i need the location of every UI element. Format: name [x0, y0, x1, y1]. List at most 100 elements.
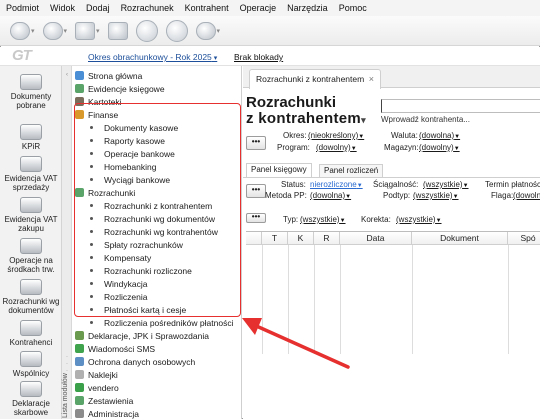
podtyp-dropdown[interactable]: (wszystkie)▼ — [413, 191, 459, 200]
toolbar-new-button[interactable]: ▾ — [10, 21, 35, 41]
menu-dodaj[interactable]: Dodaj — [86, 3, 110, 13]
grid-col-dokument[interactable]: Dokument — [412, 232, 508, 245]
status-dropdown[interactable]: nierozliczone▼ — [310, 180, 363, 189]
nav-vat-sprzedazy[interactable]: Ewidencja VAT sprzedaży — [0, 156, 62, 192]
tab-panel-ksiegowy[interactable]: Panel księgowy — [246, 163, 312, 177]
nav-deklaracje[interactable]: Deklaracje skarbowe — [0, 381, 62, 417]
bullet-icon — [90, 243, 93, 246]
nav-label: Ewidencja VAT zakupu — [4, 215, 58, 233]
tab-rozrachunki-z-kontrahentem[interactable]: Rozrachunki z kontrahentem × — [249, 69, 381, 89]
tree-item-operacje-bankowe[interactable]: Operacje bankowe — [90, 147, 175, 160]
tree-item-strona-główna[interactable]: Strona główna — [75, 69, 142, 82]
tree-item-rozrachunki-z-kontrahentem[interactable]: Rozrachunki z kontrahentem — [90, 199, 212, 212]
tree-item-windykacja[interactable]: Windykacja — [90, 277, 147, 290]
tree-item-płatności-kartą-i-cesje[interactable]: Płatności kartą i cesje — [90, 303, 186, 316]
grid-col-r[interactable]: R — [314, 232, 340, 245]
menu-kontrahent[interactable]: Kontrahent — [185, 3, 229, 13]
menu-pomoc[interactable]: Pomoc — [339, 3, 367, 13]
delete-icon — [107, 21, 128, 40]
korekta-dropdown[interactable]: (wszystkie)▼ — [396, 215, 442, 224]
tree-item-dokumenty-kasowe[interactable]: Dokumenty kasowe — [90, 121, 178, 134]
tree-item-finanse[interactable]: Finanse — [75, 108, 118, 121]
toolbar-delete-button[interactable] — [107, 21, 128, 41]
program-dropdown[interactable]: (dowolny)▼ — [316, 143, 357, 152]
grid-col-spolka[interactable]: Spó — [508, 232, 540, 245]
chevron-down-icon: ▾ — [96, 27, 100, 35]
typ-dropdown[interactable]: (wszystkie)▼ — [300, 215, 346, 224]
panel-filters-more-button[interactable]: ••• — [246, 184, 266, 198]
tree-item-vendero[interactable]: vendero — [75, 381, 119, 394]
tree-item-kompensaty[interactable]: Kompensaty — [90, 251, 151, 264]
toolbar-open-button[interactable]: ▾ — [42, 21, 67, 41]
module-icon — [75, 370, 84, 379]
page-title-contractor[interactable]: z kontrahentem▾ — [246, 110, 366, 127]
grid-col-select[interactable] — [246, 232, 262, 245]
nav-kpir[interactable]: KPiR — [0, 124, 62, 151]
tree-item-rozrachunki-rozliczone[interactable]: Rozrachunki rozliczone — [90, 264, 192, 277]
metoda-label: Metoda PP: — [265, 191, 307, 200]
tree-item-rozliczenia-pośredników-płatności[interactable]: Rozliczenia pośredników płatności — [90, 316, 233, 329]
tree-item-rozrachunki[interactable]: Rozrachunki — [75, 186, 135, 199]
contractor-input[interactable] — [381, 99, 540, 113]
sciagalnosc-dropdown[interactable]: (wszystkie)▼ — [423, 180, 469, 189]
chevron-down-icon: ▼ — [453, 146, 460, 152]
tree-item-ochrona-danych-osobowych[interactable]: Ochrona danych osobowych — [75, 355, 195, 368]
tree-item-raporty-kasowe[interactable]: Raporty kasowe — [90, 134, 165, 147]
tree-item-wyciągi-bankowe[interactable]: Wyciągi bankowe — [90, 173, 170, 186]
menu-widok[interactable]: Widok — [50, 3, 75, 13]
nav-kontrahenci[interactable]: Kontrahenci — [0, 320, 62, 347]
filters-more-button[interactable]: ••• — [246, 136, 266, 150]
flaga-dropdown[interactable]: (dowolna) — [513, 191, 540, 200]
toolbar-edit-button[interactable]: ▾ — [75, 21, 100, 41]
bullet-icon — [90, 204, 93, 207]
nav-srodki-trwale[interactable]: Operacje na środkach trw. — [0, 238, 62, 274]
tree-item-zestawienia[interactable]: Zestawienia — [75, 394, 133, 407]
bullet-icon — [90, 165, 93, 168]
settlements-grid: T K R Data Dokument Spó — [246, 231, 540, 419]
tree-item-rozrachunki-wg-dokumentów[interactable]: Rozrachunki wg dokumentów — [90, 212, 215, 225]
podtyp-value: (wszystkie) — [413, 191, 453, 200]
tree-item-kartoteki[interactable]: Kartoteki — [75, 95, 122, 108]
nav-dokumenty-pobrane[interactable]: Dokumenty pobrane — [0, 74, 62, 110]
nav-rozrachunki[interactable]: Rozrachunki wg dokumentów — [0, 279, 62, 315]
nav-vat-zakupu[interactable]: Ewidencja VAT zakupu — [0, 197, 62, 233]
tree-item-label: Administracja — [88, 408, 140, 419]
tree-item-ewidencje-księgowe[interactable]: Ewidencje księgowe — [75, 82, 165, 95]
toolbar-add-button[interactable] — [135, 19, 158, 42]
tree-item-naklejki[interactable]: Naklejki — [75, 368, 118, 381]
grid-col-data[interactable]: Data — [340, 232, 412, 245]
magazyn-dropdown[interactable]: (dowolny)▼ — [419, 143, 460, 152]
menu-podmiot[interactable]: Podmiot — [6, 3, 39, 13]
okres-dropdown[interactable]: (nieokreślony)▼ — [308, 131, 364, 140]
menu-bar: Podmiot Widok Dodaj Rozrachunek Kontrahe… — [0, 0, 540, 16]
menu-operacje[interactable]: Operacje — [240, 3, 277, 13]
module-list-splitter[interactable]: ‹ · · · Lista modułów — [62, 66, 72, 419]
tree-item-wiadomości-sms[interactable]: Wiadomości SMS — [75, 342, 155, 355]
waluta-dropdown[interactable]: (dowolna)▼ — [419, 131, 460, 140]
module-icon — [75, 97, 84, 106]
nav-wspolnicy[interactable]: Wspólnicy — [0, 351, 62, 378]
tree-item-rozliczenia[interactable]: Rozliczenia — [90, 290, 147, 303]
tree-item-spłaty-rozrachunków[interactable]: Spłaty rozrachunków — [90, 238, 183, 251]
bullet-icon — [90, 152, 93, 155]
toolbar-more-button[interactable]: ▾ — [195, 21, 220, 41]
close-icon[interactable]: × — [369, 70, 374, 88]
toolbar-refresh-button[interactable] — [165, 19, 188, 42]
grid-col-k[interactable]: K — [288, 232, 314, 245]
module-icon — [75, 71, 84, 80]
menu-rozrachunek[interactable]: Rozrachunek — [121, 3, 174, 13]
status-value: nierozliczone — [310, 180, 357, 189]
tree-item-deklaracje-jpk-i-sprawozdania[interactable]: Deklaracje, JPK i Sprawozdania — [75, 329, 209, 342]
chevron-left-icon[interactable]: ‹ — [64, 72, 70, 79]
period-selector[interactable]: Okres obrachunkowy - Rok 2025 ▾ — [88, 52, 217, 62]
tree-item-homebanking[interactable]: Homebanking — [90, 160, 156, 173]
menu-narzedzia[interactable]: Narzędzia — [287, 3, 328, 13]
tab-label: Rozrachunki z kontrahentem — [256, 74, 365, 84]
tab-panel-rozliczen[interactable]: Panel rozliczeń — [319, 164, 384, 177]
type-filters-more-button[interactable]: ••• — [246, 213, 266, 223]
grid-col-t[interactable]: T — [262, 232, 288, 245]
metoda-dropdown[interactable]: (dowolna)▼ — [310, 191, 351, 200]
lock-status-link[interactable]: Brak blokady — [234, 52, 283, 62]
tree-item-administracja[interactable]: Administracja — [75, 407, 139, 419]
tree-item-rozrachunki-wg-kontrahentów[interactable]: Rozrachunki wg kontrahentów — [90, 225, 218, 238]
